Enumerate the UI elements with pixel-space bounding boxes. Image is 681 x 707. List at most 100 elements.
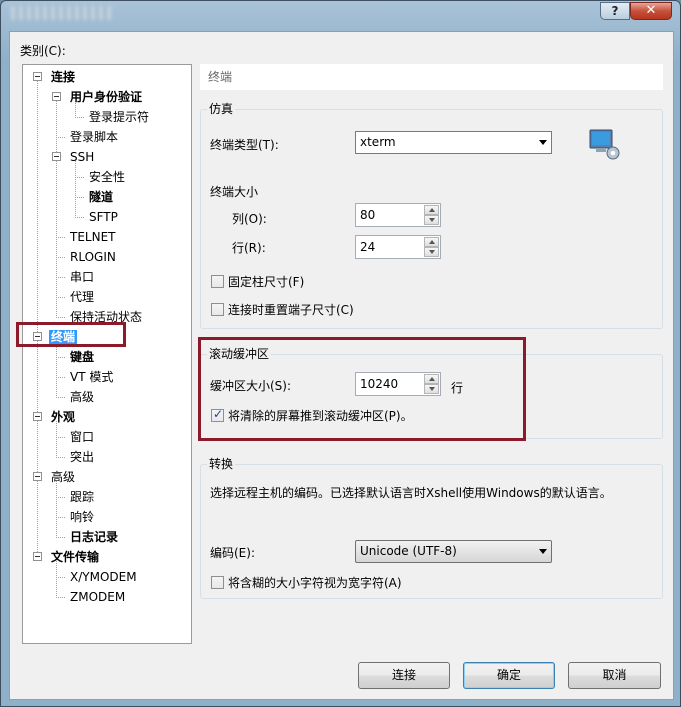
close-button[interactable]: ✕: [630, 2, 672, 20]
tree-item-label: 窗口: [70, 430, 95, 444]
dialog-client-area: 类别(C): 连接 用户身份验证 登录提示符 登录脚本 SSH 安全性 隧道 SFTP TELN…: [9, 31, 674, 700]
tree-item-label: 登录脚本: [70, 130, 119, 144]
tree-item-label: 连接: [51, 70, 76, 84]
wide-char-checkbox[interactable]: [211, 576, 224, 589]
tree-item-label: VT 模式: [70, 370, 114, 384]
cols-spinner[interactable]: 80: [355, 203, 441, 227]
tree-item-label: 文件传输: [51, 550, 100, 564]
chevron-down-icon: [539, 140, 547, 145]
tree-item[interactable]: 外观: [49, 408, 77, 426]
fixed-size-checkbox[interactable]: [211, 275, 224, 288]
collapse-icon[interactable]: [33, 472, 42, 481]
rows-value: 24: [360, 240, 376, 254]
terminal-type-value: xterm: [360, 135, 396, 149]
window-title-blurred: [11, 6, 111, 20]
connect-button[interactable]: 连接: [358, 662, 450, 689]
tree-selection-highlight: [16, 322, 126, 347]
tree-item[interactable]: TELNET: [68, 228, 118, 246]
tree-guide-line: [56, 481, 57, 538]
tree-guide-line: [56, 497, 65, 498]
tree-item[interactable]: 突出: [68, 448, 96, 466]
reset-size-checkbox[interactable]: [211, 303, 224, 316]
tree-guide-line: [75, 177, 84, 178]
chevron-down-icon: [539, 549, 547, 554]
cancel-button[interactable]: 取消: [568, 662, 661, 689]
terminal-type-label: 终端类型(T):: [210, 138, 279, 152]
category-tree[interactable]: 连接用户身份验证登录提示符登录脚本 SSH 安全性隧道 SFTP TELNET RLOGI…: [22, 64, 192, 644]
help-button[interactable]: ?: [600, 2, 630, 20]
spin-up-icon[interactable]: [424, 205, 439, 215]
tree-item[interactable]: SFTP: [87, 208, 120, 226]
tree-guide-line: [56, 421, 57, 458]
tree-guide-line: [56, 257, 65, 258]
rows-spinner[interactable]: 24: [355, 235, 441, 259]
tree-item[interactable]: 高级: [49, 468, 77, 486]
tree-item-label: ZMODEM: [70, 590, 126, 604]
tree-item[interactable]: ZMODEM: [68, 588, 127, 606]
spin-down-icon[interactable]: [424, 247, 439, 257]
collapse-icon[interactable]: [33, 72, 42, 81]
tree-item[interactable]: 串口: [68, 268, 96, 286]
tree-guide-line: [56, 277, 65, 278]
emulation-title: 仿真: [207, 100, 236, 117]
tree-item[interactable]: 用户身份验证: [68, 88, 144, 106]
collapse-icon[interactable]: [33, 412, 42, 421]
collapse-icon[interactable]: [33, 552, 42, 561]
tree-guide-line: [56, 537, 65, 538]
tree-item-label: 突出: [70, 450, 95, 464]
tree-item[interactable]: 高级: [68, 388, 96, 406]
tree-guide-line: [56, 317, 65, 318]
tree-item-label: SFTP: [89, 210, 118, 224]
tree-item[interactable]: RLOGIN: [68, 248, 118, 266]
ok-button[interactable]: 确定: [463, 662, 555, 689]
spin-up-icon[interactable]: [424, 237, 439, 247]
tree-guide-line: [75, 217, 84, 218]
tree-item[interactable]: 登录脚本: [68, 128, 120, 146]
tree-item[interactable]: 响铃: [68, 508, 96, 526]
tree-guide-line: [56, 377, 65, 378]
tree-item[interactable]: VT 模式: [68, 368, 115, 386]
encoding-select[interactable]: Unicode (UTF-8): [355, 540, 552, 563]
tree-item[interactable]: 连接: [49, 68, 77, 86]
tree-item-label: 登录提示符: [89, 110, 150, 124]
tree-item-label: 代理: [70, 290, 95, 304]
tree-guide-line: [56, 597, 65, 598]
tree-item[interactable]: 安全性: [87, 168, 127, 186]
rows-label: 行(R):: [232, 241, 266, 255]
collapse-icon[interactable]: [52, 92, 61, 101]
tree-item[interactable]: 日志记录: [68, 528, 120, 546]
tree-item-label: 隧道: [89, 190, 114, 204]
section-header: 终端: [200, 64, 663, 90]
tree-guide-line: [56, 137, 65, 138]
tree-item[interactable]: X/YMODEM: [68, 568, 139, 586]
tree-item-label: 日志记录: [70, 530, 119, 544]
dialog-window: ? ✕ 类别(C): 连接 用户身份验证 登录提示符 登录脚本 SSH 安全性 隧道 SFTP…: [0, 0, 681, 707]
tree-item[interactable]: 隧道: [87, 188, 115, 206]
reset-size-label: 连接时重置端子尺寸(C): [228, 303, 354, 317]
tree-item[interactable]: 键盘: [68, 348, 96, 366]
collapse-icon[interactable]: [52, 152, 61, 161]
tree-guide-line: [56, 357, 65, 358]
tree-item[interactable]: 窗口: [68, 428, 96, 446]
tree-item-label: 响铃: [70, 510, 95, 524]
scroll-buffer-highlight: [198, 337, 526, 441]
tree-item[interactable]: 登录提示符: [87, 108, 151, 126]
tree-guide-line: [75, 117, 84, 118]
tree-guide-line: [56, 457, 65, 458]
tree-item[interactable]: 文件传输: [49, 548, 101, 566]
tree-guide-line: [37, 81, 38, 558]
encoding-value: Unicode (UTF-8): [360, 544, 457, 558]
wide-char-label: 将含糊的大小字符视为宽字符(A): [228, 576, 402, 590]
fixed-size-label: 固定柱尺寸(F): [228, 275, 305, 289]
tree-item-label: 外观: [51, 410, 76, 424]
spin-down-icon[interactable]: [424, 215, 439, 225]
tree-item[interactable]: 代理: [68, 288, 96, 306]
tree-item-label: TELNET: [70, 230, 116, 244]
tree-item[interactable]: SSH: [68, 148, 96, 166]
tree-guide-line: [56, 577, 65, 578]
tree-item-label: 串口: [70, 270, 95, 284]
tree-item-label: 跟踪: [70, 490, 95, 504]
tree-item[interactable]: 跟踪: [68, 488, 96, 506]
terminal-type-select[interactable]: xterm: [355, 131, 552, 154]
terminal-size-label: 终端大小: [210, 185, 259, 199]
